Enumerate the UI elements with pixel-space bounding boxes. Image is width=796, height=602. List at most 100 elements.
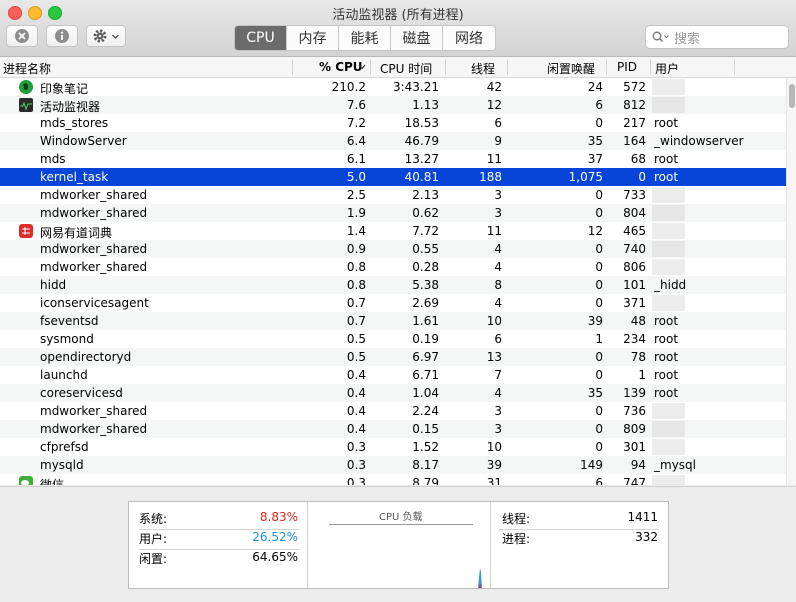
process-row[interactable]: mdworker_shared 1.9 0.62 3 0 804 xyxy=(0,204,786,222)
process-user: _mysql xyxy=(654,458,696,472)
process-row[interactable]: launchd 0.4 6.71 7 0 1 root xyxy=(0,366,786,384)
process-cpu-time: 0.62 xyxy=(412,206,439,220)
process-row[interactable]: cfprefsd 0.3 1.52 10 0 301 xyxy=(0,438,786,456)
process-cpu-time: 3:43.21 xyxy=(392,80,439,94)
inspect-process-button[interactable] xyxy=(46,25,78,47)
tab-disk[interactable]: 磁盘 xyxy=(391,26,443,50)
column-header-cpu[interactable]: % CPU xyxy=(319,60,363,74)
process-idle-wakeups: 0 xyxy=(595,422,603,436)
process-idle-wakeups: 1,075 xyxy=(568,170,603,184)
user-redacted xyxy=(652,439,685,455)
process-cpu: 1.9 xyxy=(346,206,366,220)
process-name: sysmond xyxy=(40,332,94,346)
process-row[interactable]: mdworker_shared 0.9 0.55 4 0 740 xyxy=(0,240,786,258)
process-name: mds_stores xyxy=(40,116,109,130)
process-row[interactable]: WindowServer 6.4 46.79 9 35 164 _windowserver xyxy=(0,132,786,150)
process-idle-wakeups: 1 xyxy=(595,332,603,346)
search-placeholder: 搜索 xyxy=(674,31,701,47)
tab-energy[interactable]: 能耗 xyxy=(339,26,391,50)
process-cpu-time: 6.97 xyxy=(412,350,439,364)
process-name: hidd xyxy=(40,278,67,292)
process-cpu: 6.4 xyxy=(346,134,366,148)
process-threads: 11 xyxy=(486,152,502,166)
process-row[interactable]: 微信 0.3 8.79 31 6 747 xyxy=(0,474,786,485)
process-pid: 736 xyxy=(623,404,646,418)
vertical-scrollbar[interactable] xyxy=(786,78,796,485)
process-name: mdworker_shared xyxy=(40,404,148,418)
process-row[interactable]: iconservicesagent 0.7 2.69 4 0 371 xyxy=(0,294,786,312)
process-pid: 740 xyxy=(623,242,646,256)
process-cpu-time: 5.38 xyxy=(412,278,439,292)
process-cpu-time: 2.69 xyxy=(412,296,439,310)
cpu-load-graph xyxy=(478,568,482,588)
action-menu-button[interactable] xyxy=(86,25,126,47)
user-redacted xyxy=(652,97,685,113)
process-cpu: 0.5 xyxy=(346,350,366,364)
process-row[interactable]: fseventsd 0.7 1.61 10 39 48 root xyxy=(0,312,786,330)
tab-memory[interactable]: 内存 xyxy=(287,26,339,50)
process-row[interactable]: mds 6.1 13.27 11 37 68 root xyxy=(0,150,786,168)
process-cpu: 0.7 xyxy=(346,314,366,328)
stop-icon xyxy=(15,29,29,43)
process-pid: 301 xyxy=(623,440,646,454)
process-row[interactable]: sysmond 0.5 0.19 6 1 234 root xyxy=(0,330,786,348)
user-redacted xyxy=(652,295,685,311)
user-redacted xyxy=(652,241,685,257)
process-cpu: 6.1 xyxy=(346,152,366,166)
process-cpu: 0.8 xyxy=(346,278,366,292)
process-threads: 10 xyxy=(486,440,502,454)
search-field[interactable]: 搜索 xyxy=(645,25,789,49)
stop-process-button[interactable] xyxy=(6,25,38,47)
process-threads: 9 xyxy=(494,134,502,148)
process-threads: 6 xyxy=(494,332,502,346)
tab-cpu[interactable]: CPU xyxy=(235,26,287,50)
process-pid: 371 xyxy=(623,296,646,310)
process-row[interactable]: opendirectoryd 0.5 6.97 13 0 78 root xyxy=(0,348,786,366)
process-idle-wakeups: 6 xyxy=(595,98,603,112)
process-row[interactable]: hidd 0.8 5.38 8 0 101 _hidd xyxy=(0,276,786,294)
process-row[interactable]: mdworker_shared 0.4 2.24 3 0 736 xyxy=(0,402,786,420)
process-row[interactable]: 活动监视器 7.6 1.13 12 6 812 xyxy=(0,96,786,114)
process-idle-wakeups: 0 xyxy=(595,350,603,364)
process-row[interactable]: 印象笔记 210.2 3:43.21 42 24 572 xyxy=(0,78,786,96)
process-row[interactable]: mds_stores 7.2 18.53 6 0 217 root xyxy=(0,114,786,132)
column-header-process-name[interactable]: 进程名称 xyxy=(3,60,51,77)
idle-label: 闲置: xyxy=(139,552,168,566)
summary-area: 系统: 8.83% 用户: 26.52% 闲置: 64.65% CPU 负载 线… xyxy=(0,486,796,602)
process-row[interactable]: coreservicesd 0.4 1.04 4 35 139 root xyxy=(0,384,786,402)
column-header-cpu-time[interactable]: CPU 时间 xyxy=(380,60,432,77)
process-row[interactable]: mdworker_shared 0.4 0.15 3 0 809 xyxy=(0,420,786,438)
process-pid: 806 xyxy=(623,260,646,274)
process-pid: 0 xyxy=(638,170,646,184)
user-redacted xyxy=(652,259,685,275)
process-pid: 139 xyxy=(623,386,646,400)
column-header-idle-wakeups[interactable]: 闲置唤醒 xyxy=(547,60,595,77)
scrollbar-thumb[interactable] xyxy=(789,84,795,108)
evernote-icon xyxy=(19,80,33,94)
process-row[interactable]: kernel_task 5.0 40.81 188 1,075 0 root xyxy=(0,168,786,186)
tab-network[interactable]: 网络 xyxy=(443,26,495,50)
chevron-down-icon xyxy=(112,34,119,39)
column-header-user[interactable]: 用户 xyxy=(655,60,679,77)
process-pid: 101 xyxy=(623,278,646,292)
process-idle-wakeups: 37 xyxy=(587,152,603,166)
column-header-pid[interactable]: PID xyxy=(617,60,637,74)
process-idle-wakeups: 0 xyxy=(595,116,603,130)
user-redacted xyxy=(652,205,685,221)
column-header-threads[interactable]: 线程 xyxy=(471,60,495,77)
process-idle-wakeups: 0 xyxy=(595,242,603,256)
process-row[interactable]: mdworker_shared 2.5 2.13 3 0 733 xyxy=(0,186,786,204)
search-icon xyxy=(652,31,669,42)
process-pid: 572 xyxy=(623,80,646,94)
process-pid: 1 xyxy=(638,368,646,382)
processes-label: 进程: xyxy=(502,532,531,546)
process-cpu: 0.7 xyxy=(346,296,366,310)
process-user: root xyxy=(654,170,679,184)
process-user: _windowserver xyxy=(654,134,744,148)
process-threads: 11 xyxy=(486,224,502,238)
process-idle-wakeups: 0 xyxy=(595,440,603,454)
process-row[interactable]: 网易有道词典 1.4 7.72 11 12 465 xyxy=(0,222,786,240)
process-row[interactable]: mdworker_shared 0.8 0.28 4 0 806 xyxy=(0,258,786,276)
process-cpu-time: 0.28 xyxy=(412,260,439,274)
process-row[interactable]: mysqld 0.3 8.17 39 149 94 _mysql xyxy=(0,456,786,474)
